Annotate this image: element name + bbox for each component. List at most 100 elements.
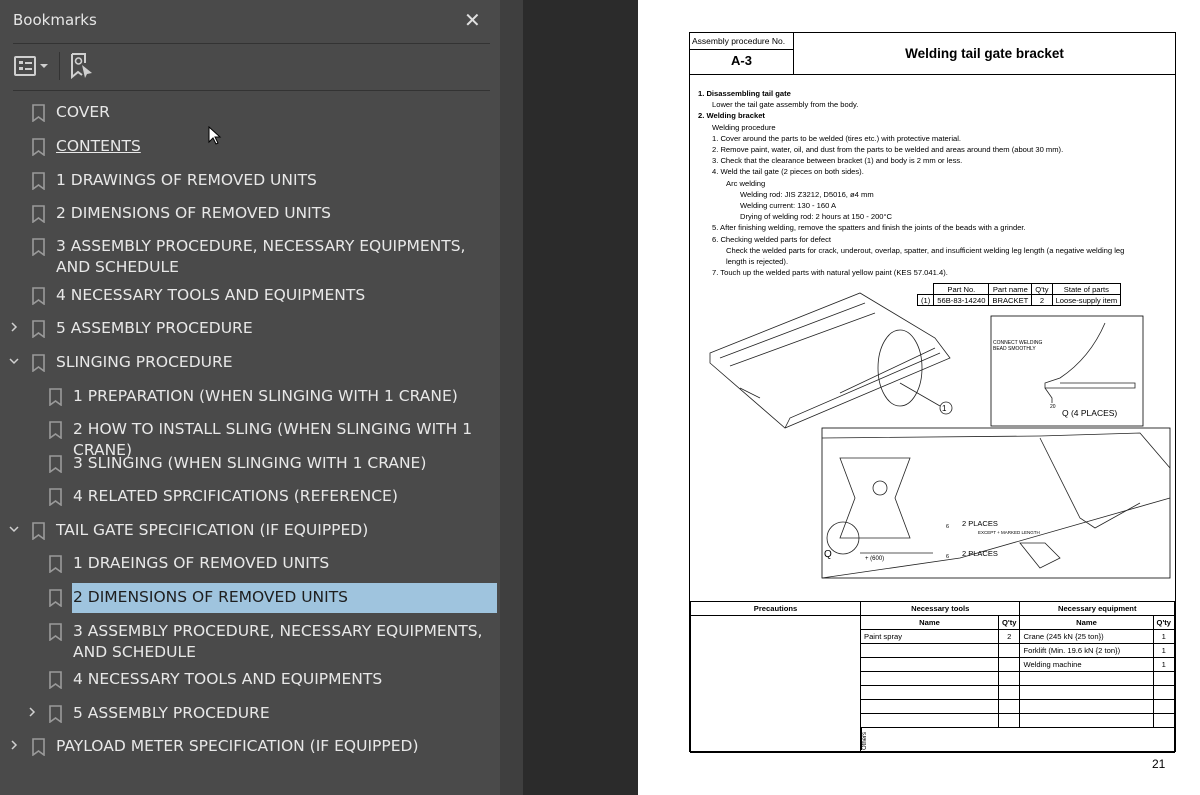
procedure-line: Welding current: 130 - 160 A — [740, 201, 837, 211]
tool-name — [860, 643, 999, 658]
chevron-right-icon[interactable] — [8, 737, 20, 758]
tool-qty — [997, 671, 1021, 686]
tool-qty: 2 — [997, 629, 1021, 644]
bookmark-icon — [32, 522, 45, 540]
divider — [59, 52, 60, 80]
bookmark-icon — [32, 354, 45, 372]
weld-size: 6 — [946, 554, 949, 560]
chevron-down-icon[interactable] — [8, 353, 20, 374]
callout-number: 1 — [942, 404, 947, 413]
equipment-name — [1019, 685, 1154, 700]
bookmark-label: 5 ASSEMBLY PROCEDURE — [73, 704, 270, 722]
tools-header: Necessary tools — [859, 601, 1021, 616]
technical-drawing: 1 CONNECT WELDING BEAD SMOOTHLY 20 Q (4 … — [709, 292, 1171, 579]
qty-header: Q'ty — [1152, 615, 1176, 630]
tool-qty — [997, 685, 1021, 700]
equipment-qty — [1152, 713, 1176, 728]
chevron-down-icon[interactable] — [8, 521, 20, 542]
detail-caption: Q (4 PLACES) — [1062, 408, 1117, 418]
viewer-background — [523, 0, 638, 795]
drawing-dimension: 20 — [1050, 404, 1056, 410]
others-label: Others — [861, 728, 873, 750]
chevron-down-icon[interactable] — [40, 64, 48, 68]
bookmark-label: 4 NECESSARY TOOLS AND EQUIPMENTS — [73, 670, 383, 688]
bookmark-label: 4 RELATED SPRCIFICATIONS (REFERENCE) — [73, 487, 398, 505]
bookmark-label: PAYLOAD METER SPECIFICATION (IF EQUIPPED… — [56, 737, 419, 755]
procedure-text: 1. Disassembling tail gate Lower the tail… — [698, 88, 1173, 278]
bookmark-icon — [49, 623, 62, 641]
bookmark-icon — [32, 738, 45, 756]
tool-name: Paint spray — [860, 629, 999, 644]
tool-qty — [997, 699, 1021, 714]
bookmark-label: 4 NECESSARY TOOLS AND EQUIPMENTS — [56, 286, 366, 304]
bookmark-label: 1 PREPARATION (WHEN SLINGING WITH 1 CRAN… — [73, 387, 458, 405]
tool-qty — [997, 643, 1021, 658]
equipment-name — [1019, 671, 1154, 686]
equipment-qty: 1 — [1152, 657, 1176, 672]
tools-equipment-table: Precautions Necessary tools Necessary equi… — [690, 601, 1176, 753]
precautions-cell — [690, 615, 861, 753]
equipment-qty: 1 — [1152, 643, 1176, 658]
procedure-line: 1. Disassembling tail gate — [698, 89, 791, 98]
bookmark-icon — [49, 421, 62, 439]
chevron-right-icon[interactable] — [26, 704, 38, 725]
procedure-line: Lower the tail gate assembly from the bo… — [712, 100, 859, 110]
procedure-line: Welding procedure — [712, 122, 776, 132]
close-icon[interactable]: ✕ — [464, 8, 481, 32]
find-current-bookmark-icon[interactable] — [70, 53, 94, 79]
equipment-name: Forklift (Min. 19.6 kN {2 ton}) — [1019, 643, 1154, 658]
bookmark-icon — [49, 555, 62, 573]
name-header: Name — [1019, 615, 1154, 630]
procedure-line: Welding rod: JIS Z3212, D5016, ø4 mm — [740, 189, 874, 199]
procedure-line: Arc welding — [726, 178, 766, 188]
tool-name — [860, 713, 999, 728]
bookmark-icon — [49, 388, 62, 406]
list-options-icon[interactable] — [14, 56, 36, 76]
weld-note: 2 PLACES — [962, 549, 998, 558]
panel-title: Bookmarks — [13, 11, 97, 29]
drawing-note: BEAD SMOOTHLY — [993, 346, 1036, 352]
bookmark-label: 5 ASSEMBLY PROCEDURE — [56, 319, 253, 337]
page-number: 21 — [1152, 757, 1166, 771]
procedure-line: 6. Checking welded parts for defect — [712, 234, 832, 244]
bookmark-label: SLINGING PROCEDURE — [56, 353, 233, 371]
drawing-dimension: + (600) — [865, 556, 884, 562]
bookmark-icon — [32, 320, 45, 338]
bookmark-label: 3 ASSEMBLY PROCEDURE, NECESSARY EQUIPMEN… — [73, 622, 483, 661]
procedure-line: 2. Remove paint, water, oil, and dust fr… — [712, 145, 1064, 155]
bookmark-icon — [49, 705, 62, 723]
weld-note: 2 PLACES — [962, 519, 998, 528]
chevron-right-icon[interactable] — [8, 319, 20, 340]
equipment-name: Welding machine — [1019, 657, 1154, 672]
panel-splitter[interactable] — [500, 0, 1014, 795]
tool-name — [860, 671, 999, 686]
equipment-qty — [1152, 685, 1176, 700]
bookmark-label: 1 DRAWINGS OF REMOVED UNITS — [56, 171, 317, 189]
procedure-line: 4. Weld the tail gate (2 pieces on both … — [712, 167, 864, 177]
bookmarks-panel: Bookmarks ✕ COVER CONTENTS 1 DRAWINGS OF R… — [0, 0, 500, 795]
procedure-label: Assembly procedure No. — [690, 33, 793, 50]
bookmark-label: TAIL GATE SPECIFICATION (IF EQUIPPED) — [56, 521, 369, 539]
equipment-name — [1019, 699, 1154, 714]
bookmark-icon — [32, 205, 45, 223]
qty-header: Q'ty — [997, 615, 1021, 630]
detail-label: Q — [824, 549, 832, 560]
tool-name — [860, 657, 999, 672]
weld-size: 6 — [946, 524, 949, 530]
bookmark-label: 2 DIMENSIONS OF REMOVED UNITS — [73, 588, 349, 606]
procedure-number: A-3 — [731, 53, 752, 68]
name-header: Name — [860, 615, 999, 630]
procedure-line: length is rejected). — [726, 257, 789, 267]
equipment-name — [1019, 713, 1154, 728]
bookmark-icon — [32, 287, 45, 305]
procedure-line: 2. Welding bracket — [698, 111, 765, 121]
document-frame: Assembly procedure No. A-3 Welding tail … — [689, 32, 1176, 753]
procedure-line: 5. After finishing welding, remove the s… — [712, 223, 1026, 233]
bookmark-icon — [49, 455, 62, 473]
bookmark-label: COVER — [56, 103, 110, 121]
tool-qty — [997, 713, 1021, 728]
bookmark-label: 2 DIMENSIONS OF REMOVED UNITS — [56, 204, 332, 222]
tool-qty — [997, 657, 1021, 672]
equipment-header: Necessary equipment — [1019, 601, 1175, 616]
bookmark-icon — [32, 104, 45, 122]
